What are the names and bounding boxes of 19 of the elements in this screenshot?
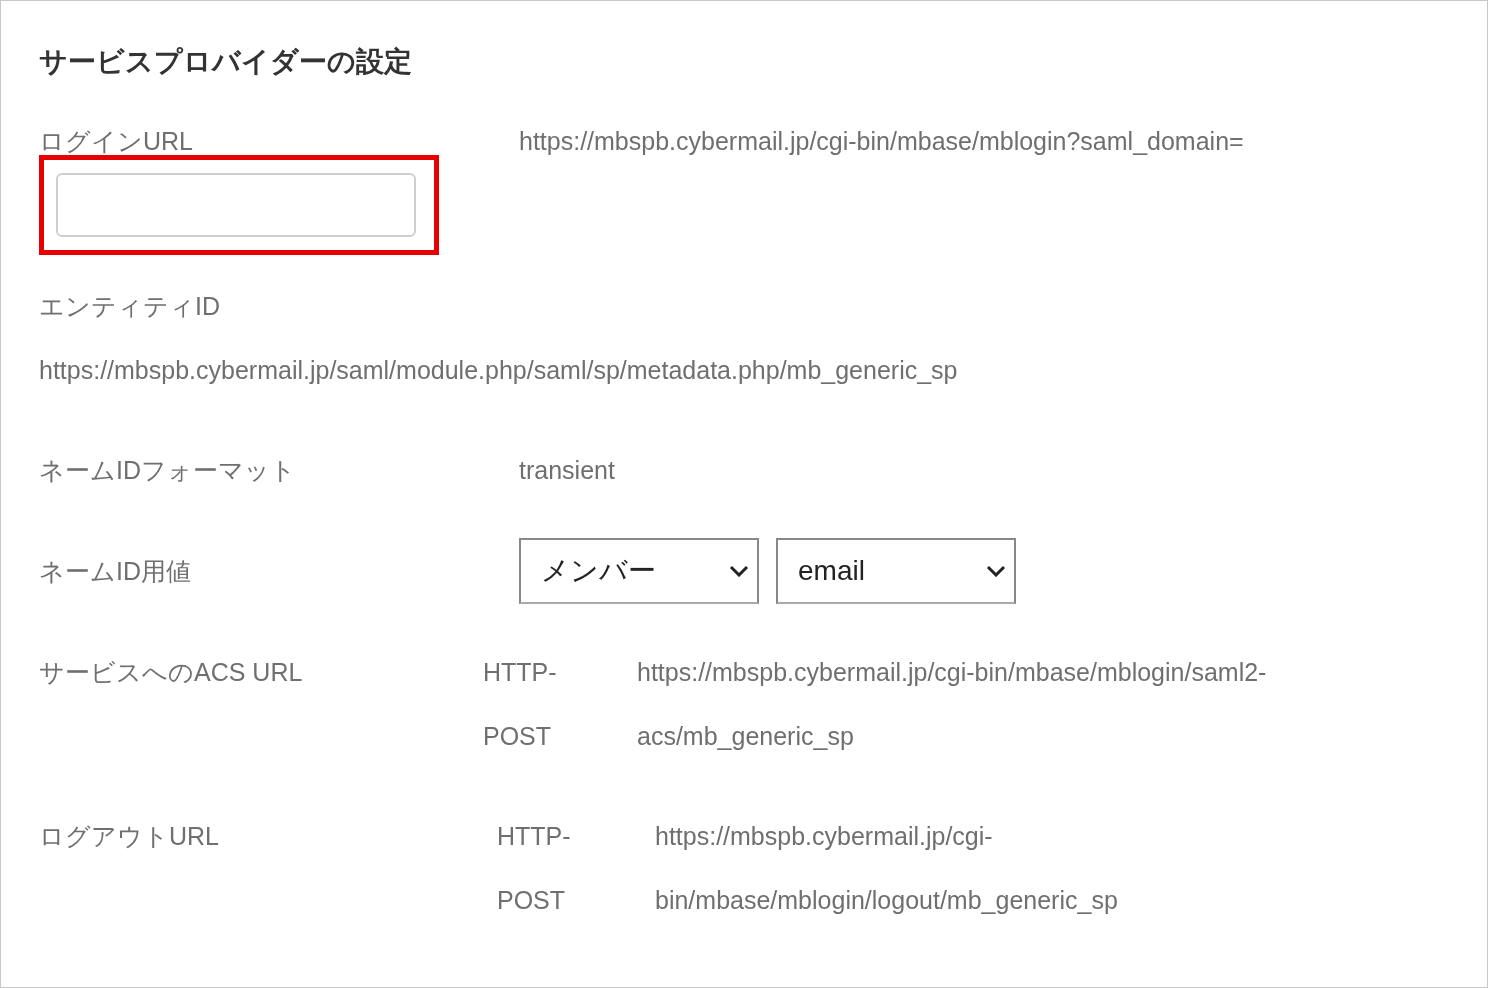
input-field[interactable] <box>56 173 416 237</box>
field-value: https://mbspb.cybermail.jp/saml/module.php/saml/sp/metadata.php/mb_generic_sp <box>39 355 959 386</box>
dropdown[interactable]: メンバー <box>519 538 759 604</box>
binding-text: HTTP-POST <box>497 821 572 916</box>
field-label: ネームID用値 <box>39 556 192 587</box>
dropdown[interactable]: email <box>776 538 1016 604</box>
field-label: サービスへのACS URL <box>39 657 304 688</box>
url-text: https://mbspb.cybermail.jp/cgi-bin/mbase/mblogin/logout/mb_generic_sp <box>655 821 1119 916</box>
field-label: ログインURL <box>39 126 194 157</box>
field-value: transient <box>519 455 615 486</box>
binding-text: HTTP-POST <box>483 657 558 752</box>
chevron-down-icon <box>986 565 1006 577</box>
field-value: https://mbspb.cybermail.jp/cgi-bin/mbase/mblogin?saml_domain= <box>519 126 1244 157</box>
field-label: ログアウトURL <box>39 821 220 852</box>
section-title: サービスプロバイダーの設定 <box>39 45 413 79</box>
chevron-down-icon <box>729 565 749 577</box>
field-label: エンティティID <box>39 291 221 322</box>
url-text: https://mbspb.cybermail.jp/cgi-bin/mbase/mblogin/saml2-acs/mb_generic_sp <box>637 657 1268 752</box>
field-label: ネームIDフォーマット <box>39 455 297 486</box>
